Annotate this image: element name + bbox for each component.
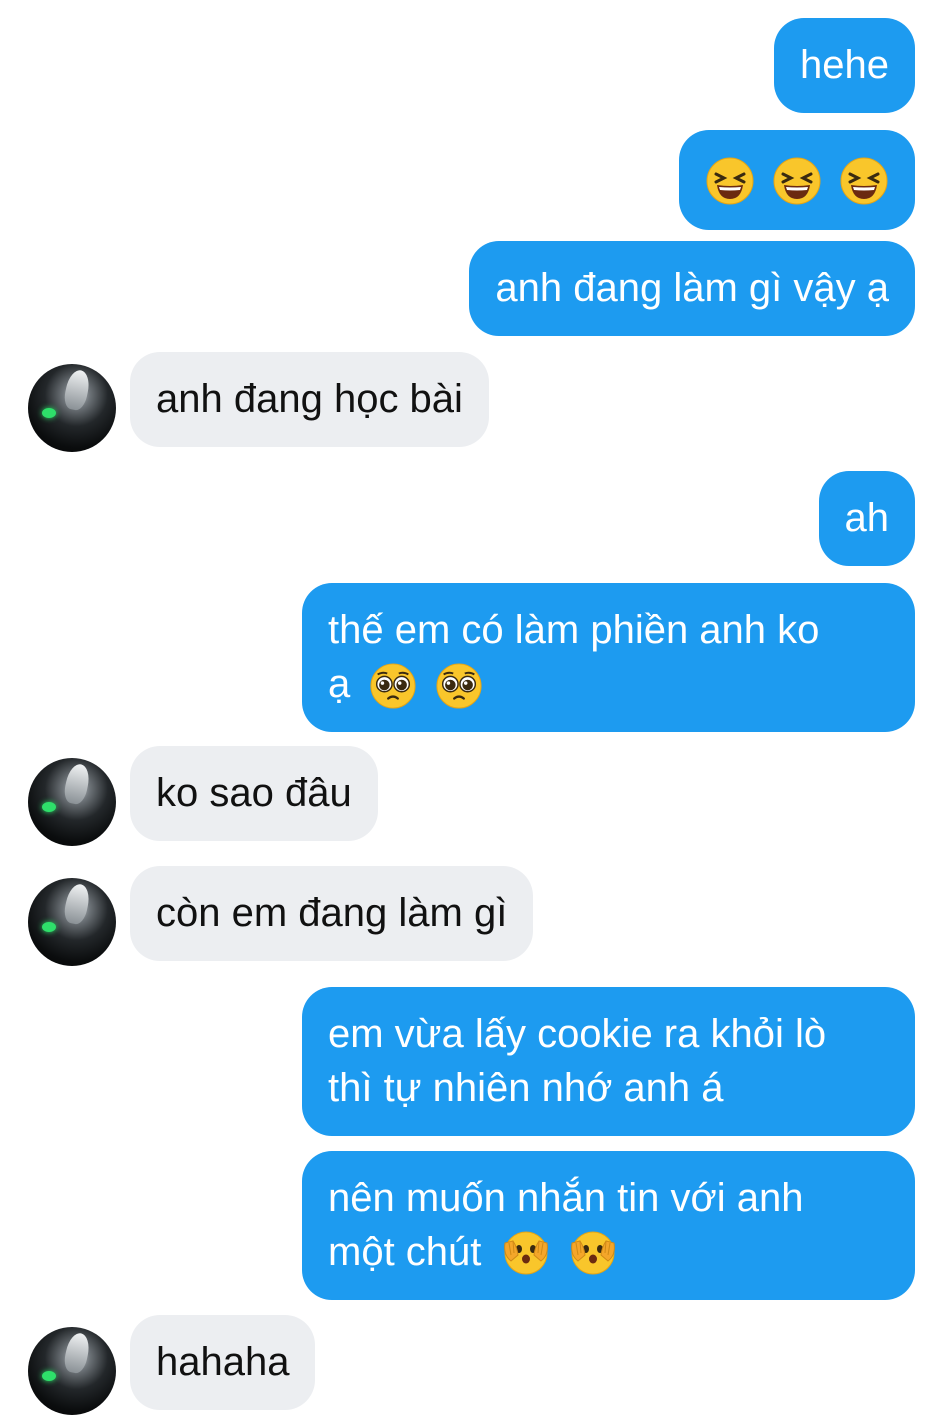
message-text: em vừa lấy cookie ra khỏi lò xyxy=(328,1012,827,1056)
message-text: ah xyxy=(844,496,890,540)
laughing-face-icon xyxy=(705,156,755,206)
avatar[interactable] xyxy=(28,1327,116,1415)
avatar[interactable] xyxy=(28,758,116,846)
laughing-face-icon xyxy=(772,156,822,206)
outgoing-message[interactable]: ah xyxy=(818,471,915,566)
message-text: hehe xyxy=(800,43,889,87)
message-text: anh đang làm gì vậy ạ xyxy=(495,266,889,310)
incoming-message[interactable]: còn em đang làm gì xyxy=(130,866,534,961)
outgoing-message[interactable] xyxy=(678,130,915,230)
incoming-message[interactable]: anh đang học bài xyxy=(130,352,489,447)
avatar[interactable] xyxy=(28,878,116,966)
pleading-face-icon xyxy=(369,662,417,710)
chat-thread: hehe anh đang làm gì vậy ạ anh đang học … xyxy=(0,0,945,1424)
outgoing-message[interactable]: em vừa lấy cookie ra khỏi lò thì tự nhiê… xyxy=(302,987,915,1136)
message-text: một chút xyxy=(328,1230,482,1274)
message-text: nên muốn nhắn tin với anh xyxy=(328,1176,804,1220)
message-text: hahaha xyxy=(156,1340,290,1384)
message-text-line2: ạ xyxy=(328,657,889,711)
avatar[interactable] xyxy=(28,364,116,452)
outgoing-message[interactable]: nên muốn nhắn tin với anh một chút xyxy=(302,1151,915,1301)
message-text-line2: một chút xyxy=(328,1225,889,1279)
message-text: thì tự nhiên nhớ anh á xyxy=(328,1066,724,1110)
face-with-open-eyes-and-hand-over-mouth-icon xyxy=(501,1229,551,1279)
outgoing-message[interactable]: thế em có làm phiền anh ko ạ xyxy=(302,583,915,732)
face-with-open-eyes-and-hand-over-mouth-icon xyxy=(568,1229,618,1279)
outgoing-message[interactable]: hehe xyxy=(774,18,915,113)
message-text: ạ xyxy=(328,662,351,706)
message-text: thế em có làm phiền anh ko xyxy=(328,608,820,652)
incoming-message[interactable]: hahaha xyxy=(130,1315,316,1410)
incoming-message[interactable]: ko sao đâu xyxy=(130,746,378,841)
laughing-face-icon xyxy=(839,156,889,206)
message-text: còn em đang làm gì xyxy=(156,891,508,935)
pleading-face-icon xyxy=(435,662,483,710)
message-text: anh đang học bài xyxy=(156,377,463,421)
message-text: ko sao đâu xyxy=(156,771,352,815)
outgoing-message[interactable]: anh đang làm gì vậy ạ xyxy=(469,241,915,336)
